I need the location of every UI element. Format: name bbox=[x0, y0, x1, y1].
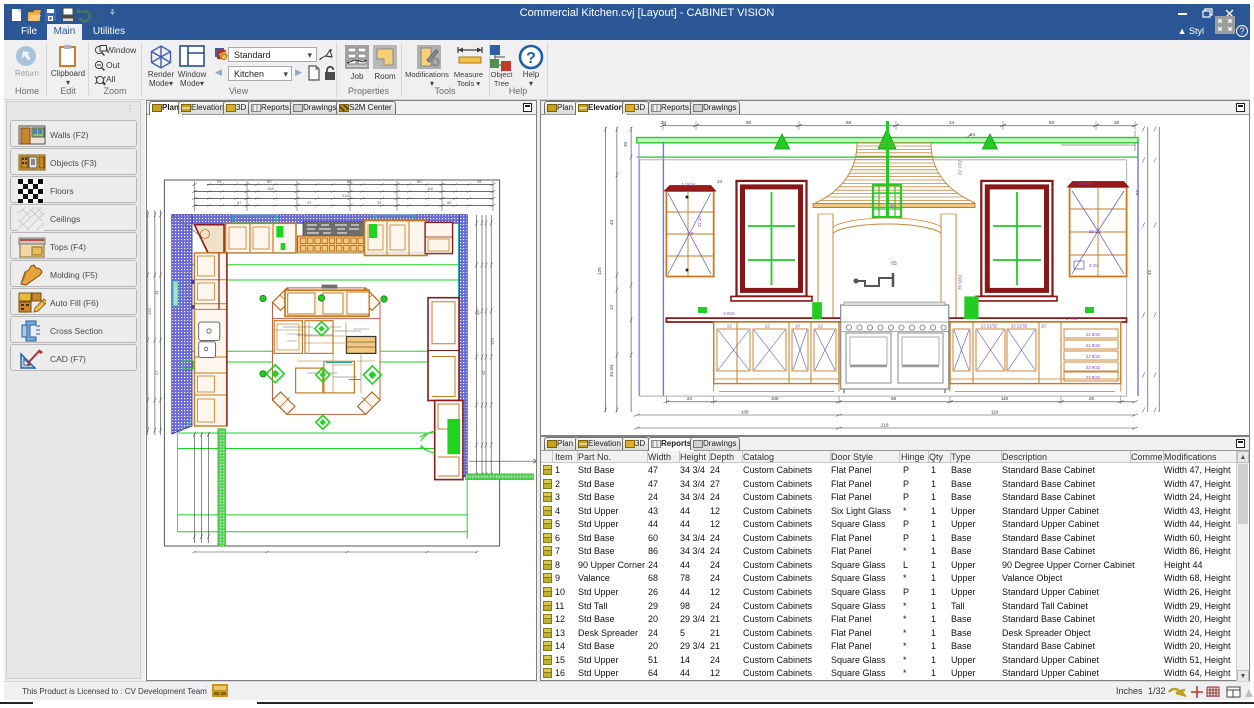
svg-text:108: 108 bbox=[267, 186, 274, 191]
svg-text:3 15/16: 3 15/16 bbox=[1077, 181, 1092, 186]
svg-text:50: 50 bbox=[417, 179, 422, 184]
svg-text:24: 24 bbox=[687, 396, 693, 401]
svg-text:1 9/16: 1 9/16 bbox=[1066, 316, 1078, 321]
svg-text:120: 120 bbox=[147, 308, 152, 315]
svg-text:28: 28 bbox=[1089, 396, 1095, 401]
svg-text:27: 27 bbox=[154, 370, 159, 375]
svg-text:110: 110 bbox=[991, 410, 999, 415]
svg-text:22: 22 bbox=[765, 324, 770, 329]
svg-text:34 3/4: 34 3/4 bbox=[609, 364, 614, 377]
svg-text:24: 24 bbox=[217, 179, 222, 184]
svg-text:24: 24 bbox=[949, 120, 955, 125]
svg-text:24: 24 bbox=[970, 132, 976, 137]
svg-text:3 15/16: 3 15/16 bbox=[681, 182, 696, 187]
svg-text:?: ? bbox=[526, 50, 536, 67]
svg-text:42: 42 bbox=[481, 370, 486, 375]
svg-text:22: 22 bbox=[727, 324, 732, 329]
svg-text:24: 24 bbox=[377, 200, 382, 205]
svg-text:108: 108 bbox=[741, 410, 749, 415]
svg-text:218: 218 bbox=[342, 193, 349, 198]
svg-text:110: 110 bbox=[427, 186, 434, 191]
svg-text:108: 108 bbox=[771, 396, 779, 401]
svg-text:1 9/16: 1 9/16 bbox=[723, 311, 735, 316]
svg-text:22 9/32: 22 9/32 bbox=[1086, 365, 1101, 370]
svg-text:60: 60 bbox=[447, 200, 452, 205]
svg-text:47: 47 bbox=[237, 200, 242, 205]
svg-text:35 9/32: 35 9/32 bbox=[958, 274, 963, 290]
svg-text:20: 20 bbox=[623, 141, 628, 147]
svg-text:68: 68 bbox=[846, 120, 852, 125]
svg-text:44: 44 bbox=[154, 290, 159, 295]
svg-text:50: 50 bbox=[746, 120, 752, 125]
svg-text:10: 10 bbox=[795, 324, 800, 329]
svg-text:120: 120 bbox=[597, 267, 602, 275]
svg-text:24: 24 bbox=[661, 120, 667, 125]
svg-text:22 1/2: 22 1/2 bbox=[1089, 229, 1101, 234]
svg-text:42: 42 bbox=[1147, 269, 1152, 275]
svg-text:120: 120 bbox=[490, 338, 495, 345]
svg-text:28: 28 bbox=[1114, 120, 1120, 125]
svg-text:50: 50 bbox=[1049, 120, 1055, 125]
svg-text:22 21/32: 22 21/32 bbox=[1011, 324, 1028, 329]
svg-text:22 9/32: 22 9/32 bbox=[1086, 354, 1101, 359]
svg-text:47: 47 bbox=[307, 200, 312, 205]
svg-text:110: 110 bbox=[1001, 396, 1009, 401]
svg-text:65: 65 bbox=[891, 261, 897, 267]
svg-text:22 21/32: 22 21/32 bbox=[981, 324, 998, 329]
svg-text:22 9/32: 22 9/32 bbox=[1086, 332, 1101, 337]
svg-text:3 3/4: 3 3/4 bbox=[1089, 263, 1099, 268]
svg-text:44: 44 bbox=[609, 219, 614, 225]
svg-text:56: 56 bbox=[476, 310, 481, 315]
svg-text:22: 22 bbox=[818, 324, 823, 329]
svg-text:32 7/32: 32 7/32 bbox=[958, 159, 963, 175]
svg-text:68: 68 bbox=[891, 396, 897, 401]
svg-text:24: 24 bbox=[717, 179, 723, 184]
svg-text:218: 218 bbox=[881, 423, 889, 428]
svg-text:50: 50 bbox=[267, 179, 272, 184]
svg-text:68: 68 bbox=[347, 179, 352, 184]
svg-text:12: 12 bbox=[609, 304, 614, 310]
svg-text:22 9/32: 22 9/32 bbox=[1086, 343, 1101, 348]
svg-text:10: 10 bbox=[1041, 324, 1046, 329]
svg-text:22 1/2: 22 1/2 bbox=[697, 215, 702, 227]
svg-text:28: 28 bbox=[477, 179, 482, 184]
